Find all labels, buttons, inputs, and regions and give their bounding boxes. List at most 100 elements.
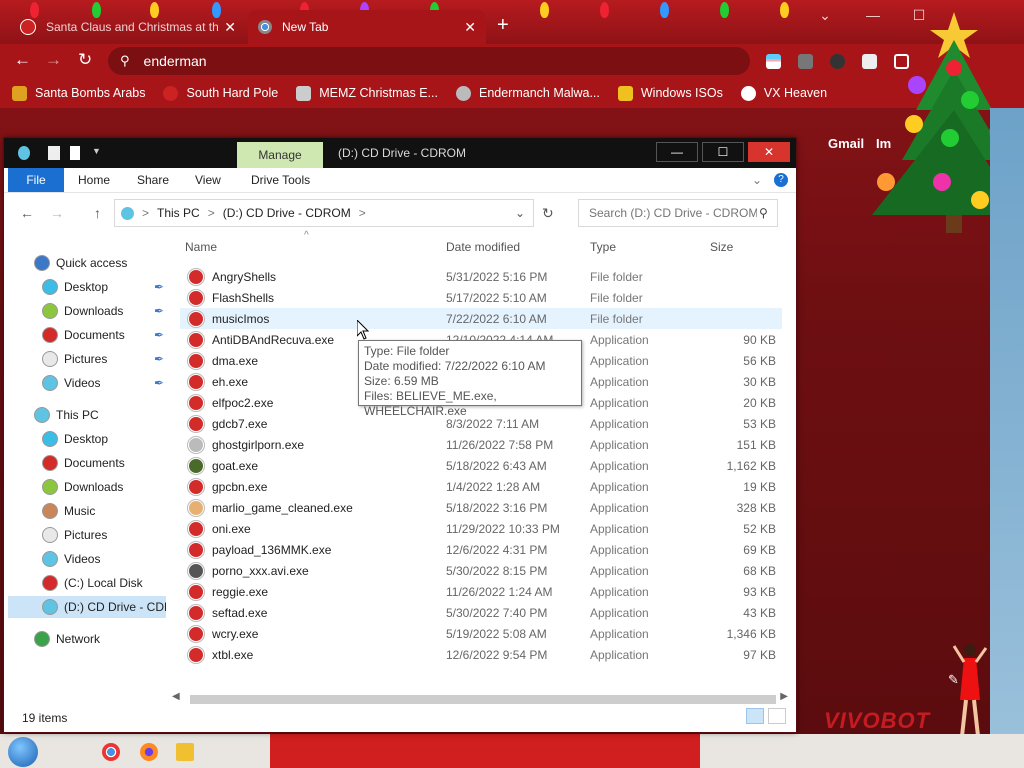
sidebar-item[interactable]: (C:) Local Disk bbox=[8, 572, 143, 594]
chevron-down-icon[interactable]: ⌄ bbox=[515, 206, 525, 220]
forward-arrow-icon[interactable]: → bbox=[50, 205, 64, 221]
bookmark-memz-christmas[interactable]: MEMZ Christmas E... bbox=[296, 85, 438, 101]
sidebar-item[interactable]: Videos ✒ bbox=[8, 372, 164, 394]
file-name: reggie.exe bbox=[212, 584, 269, 599]
firefox-taskbar-icon[interactable] bbox=[140, 743, 158, 761]
expand-ribbon-icon[interactable]: ⌄ bbox=[752, 168, 762, 192]
details-view-icon[interactable] bbox=[746, 708, 764, 724]
column-header-type[interactable]: Type bbox=[590, 240, 616, 254]
tab-share[interactable]: Share bbox=[137, 168, 169, 192]
start-button[interactable] bbox=[8, 737, 38, 767]
back-button[interactable]: ← bbox=[14, 50, 31, 70]
reload-button[interactable]: ↻ bbox=[78, 50, 92, 70]
help-icon[interactable]: ? bbox=[774, 168, 788, 192]
breadcrumb-this-pc[interactable]: This PC bbox=[157, 206, 200, 220]
scroll-left-icon[interactable]: ◀ bbox=[172, 691, 180, 702]
table-row[interactable]: porno_xxx.avi.exe 5/30/2022 8:15 PM Applic… bbox=[180, 560, 782, 581]
new-tab-button[interactable]: + bbox=[497, 14, 509, 37]
tab-view[interactable]: View bbox=[195, 168, 221, 192]
omnibox-input[interactable] bbox=[141, 52, 706, 70]
sidebar-item[interactable]: Music bbox=[8, 500, 95, 522]
manage-tab[interactable]: Manage bbox=[237, 142, 323, 168]
chrome-taskbar-icon[interactable] bbox=[102, 743, 120, 761]
table-row[interactable]: payload_136MMK.exe 12/6/2022 4:31 PM Appli… bbox=[180, 539, 782, 560]
up-arrow-icon[interactable]: ↑ bbox=[94, 205, 101, 221]
bookmark-santa-bombs-arabs[interactable]: Santa Bombs Arabs bbox=[12, 85, 145, 101]
pin-icon[interactable]: ✒ bbox=[154, 376, 164, 390]
close-icon[interactable]: ✕ bbox=[224, 19, 236, 36]
scroll-right-icon[interactable]: ▶ bbox=[780, 691, 788, 702]
tab-santa[interactable]: Santa Claus and Christmas at the ✕ bbox=[10, 10, 246, 44]
pin-icon[interactable]: ✒ bbox=[154, 280, 164, 294]
sidebar-item[interactable]: Documents bbox=[8, 452, 125, 474]
file-name: musicImos bbox=[212, 311, 270, 326]
pin-icon[interactable]: ✒ bbox=[154, 328, 164, 342]
pin-icon[interactable]: ✒ bbox=[154, 352, 164, 366]
sidebar-item[interactable]: Network bbox=[8, 628, 100, 650]
breadcrumb-current[interactable]: (D:) CD Drive - CDROM bbox=[223, 206, 351, 220]
sidebar-item[interactable]: Videos bbox=[8, 548, 100, 570]
close-button[interactable]: ✕ bbox=[748, 142, 790, 162]
avatar-extension-icon[interactable] bbox=[830, 54, 845, 69]
search-box[interactable]: ⚲ bbox=[578, 199, 778, 227]
large-icons-view-icon[interactable] bbox=[768, 708, 786, 724]
back-arrow-icon[interactable]: ← bbox=[20, 205, 34, 221]
close-icon[interactable]: ✕ bbox=[464, 19, 476, 36]
minimize-button[interactable]: — bbox=[656, 142, 698, 162]
sidebar-item[interactable]: Pictures bbox=[8, 524, 107, 546]
table-row[interactable]: gpcbn.exe 1/4/2022 1:28 AM Application 19 K… bbox=[180, 476, 782, 497]
sidebar-item[interactable]: (D:) CD Drive - CDR bbox=[8, 596, 166, 618]
table-row[interactable]: AngryShells 5/31/2022 5:16 PM File folder bbox=[180, 266, 782, 287]
sidebar-item[interactable]: Downloads bbox=[8, 476, 123, 498]
table-row[interactable]: reggie.exe 11/26/2022 1:24 AM Application 9… bbox=[180, 581, 782, 602]
horizontal-scrollbar[interactable]: ◀ ▶ bbox=[170, 691, 788, 706]
column-header-name[interactable]: Name bbox=[185, 240, 217, 254]
table-row[interactable]: musicImos 7/22/2022 6:10 AM File folder bbox=[180, 308, 782, 329]
sidebar-item[interactable]: Desktop bbox=[8, 428, 108, 450]
search-input[interactable] bbox=[587, 205, 759, 221]
table-row[interactable]: FlashShells 5/17/2022 5:10 AM File folder bbox=[180, 287, 782, 308]
bookmark-windows-isos[interactable]: Windows ISOs bbox=[617, 85, 723, 101]
tab-file[interactable]: File bbox=[8, 168, 64, 192]
tab-drive-tools[interactable]: Drive Tools bbox=[251, 168, 310, 192]
address-bar[interactable]: > This PC > (D:) CD Drive - CDROM > ⌄ bbox=[114, 199, 534, 227]
file-type: File folder bbox=[590, 269, 643, 284]
sidebar-item[interactable]: Quick access bbox=[8, 252, 127, 274]
pin-icon[interactable]: ✒ bbox=[154, 304, 164, 318]
file-date: 5/18/2022 6:43 AM bbox=[446, 458, 547, 473]
bookmark-south-hard-pole[interactable]: South Hard Pole bbox=[163, 85, 278, 101]
tab-home[interactable]: Home bbox=[78, 168, 110, 192]
table-row[interactable]: wcry.exe 5/19/2022 5:08 AM Application 1,34… bbox=[180, 623, 782, 644]
table-row[interactable]: ghostgirlporn.exe 11/26/2022 7:58 PM Appli… bbox=[180, 434, 782, 455]
column-header-date[interactable]: Date modified bbox=[446, 240, 520, 254]
file-explorer-taskbar-icon[interactable] bbox=[176, 743, 194, 761]
sidebar-item[interactable]: This PC bbox=[8, 404, 99, 426]
column-header-size[interactable]: Size bbox=[710, 240, 733, 254]
table-row[interactable]: goat.exe 5/18/2022 6:43 AM Application 1,16… bbox=[180, 455, 782, 476]
sidebar-item-label: Desktop bbox=[64, 280, 109, 294]
sidebar-item[interactable]: Downloads ✒ bbox=[8, 300, 164, 322]
table-row[interactable]: oni.exe 11/29/2022 10:33 PM Application 52 … bbox=[180, 518, 782, 539]
scrollbar-thumb[interactable] bbox=[190, 695, 776, 704]
properties-icon[interactable] bbox=[48, 146, 60, 160]
table-row[interactable]: xtbl.exe 12/6/2022 9:54 PM Application 97 K… bbox=[180, 644, 782, 665]
sidebar-item[interactable]: Documents ✒ bbox=[8, 324, 164, 346]
flag-extension-icon[interactable] bbox=[766, 54, 781, 69]
table-row[interactable]: seftad.exe 5/30/2022 7:40 PM Application 43… bbox=[180, 602, 782, 623]
omnibox[interactable]: ⚲ bbox=[108, 47, 750, 75]
new-folder-icon[interactable] bbox=[70, 146, 80, 160]
tab-label: New Tab bbox=[282, 20, 329, 34]
bookmark-endermanch-malware[interactable]: Endermanch Malwa... bbox=[455, 85, 600, 101]
forward-button[interactable]: → bbox=[45, 50, 62, 70]
chevron-down-icon[interactable]: ▼ bbox=[92, 146, 102, 160]
refresh-icon[interactable]: ↻ bbox=[542, 205, 554, 222]
tab-search-button[interactable]: ⌄ bbox=[802, 0, 848, 30]
s-extension-icon[interactable] bbox=[798, 54, 813, 69]
table-row[interactable]: marlio_game_cleaned.exe 5/18/2022 3:16 PM… bbox=[180, 497, 782, 518]
sidebar-item[interactable]: Pictures ✒ bbox=[8, 348, 164, 370]
sidebar-item[interactable]: Desktop ✒ bbox=[8, 276, 164, 298]
tab-new-tab[interactable]: New Tab ✕ bbox=[248, 10, 486, 44]
gmail-link[interactable]: Gmail bbox=[828, 136, 864, 151]
maximize-button[interactable]: ☐ bbox=[702, 142, 744, 162]
bookmark-vx-heaven[interactable]: VX Heaven bbox=[740, 85, 827, 101]
